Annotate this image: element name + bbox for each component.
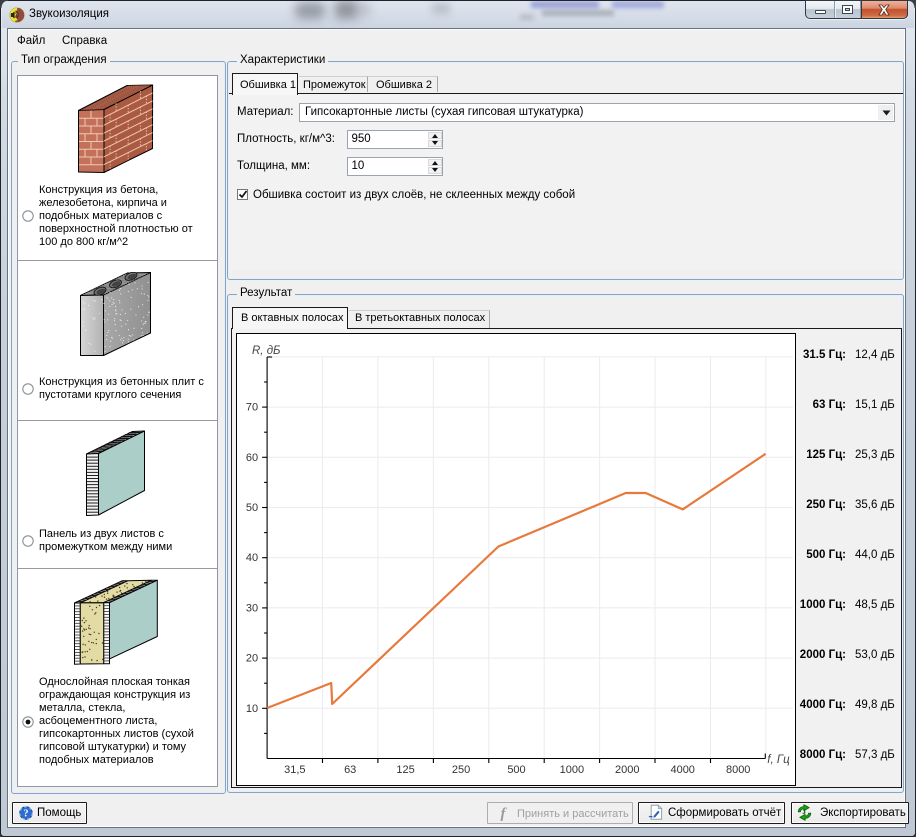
svg-text:4000: 4000 (671, 764, 695, 776)
svg-text:50: 50 (246, 502, 258, 514)
svg-text:1000: 1000 (560, 764, 584, 776)
svg-text:30: 30 (246, 602, 258, 614)
svg-text:8000: 8000 (726, 764, 750, 776)
svg-text:63: 63 (344, 764, 356, 776)
svg-text:70: 70 (246, 402, 258, 414)
svg-text:20: 20 (246, 653, 258, 665)
svg-text:40: 40 (246, 552, 258, 564)
svg-text:?: ? (24, 809, 29, 820)
svg-text:2000: 2000 (615, 764, 639, 776)
svg-text:500: 500 (508, 764, 526, 776)
svg-text:60: 60 (246, 452, 258, 464)
svg-text:f: f (501, 806, 508, 821)
svg-text:250: 250 (452, 764, 470, 776)
svg-text:31,5: 31,5 (284, 764, 305, 776)
svg-text:125: 125 (397, 764, 415, 776)
svg-text:R, дБ: R, дБ (252, 345, 281, 357)
svg-text:10: 10 (246, 703, 258, 715)
